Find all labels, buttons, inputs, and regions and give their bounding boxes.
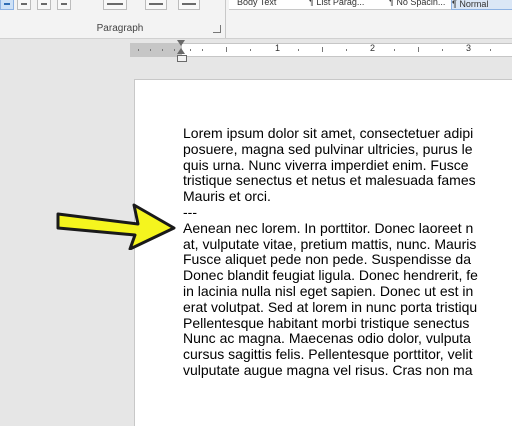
doc-line: Pellentesque habitant morbi tristique se… (183, 314, 470, 331)
arrow-shape (56, 203, 176, 250)
first-line-indent-marker[interactable] (177, 40, 185, 46)
ruler-tick (298, 49, 299, 51)
styles-gallery: Body Text ¶ List Parag... ¶ No Spacin...… (229, 0, 512, 10)
borders-icon (182, 3, 196, 5)
ruler-tick (490, 49, 491, 51)
justify-icon (61, 3, 67, 5)
ruler-tick (174, 49, 175, 51)
doc-line: cursus sagittis felis. Pellentesque port… (183, 346, 473, 363)
align-left-button[interactable] (0, 0, 14, 10)
shading-button[interactable] (145, 0, 167, 10)
ruler-tick (418, 47, 419, 52)
doc-line: at, vulputate vitae, pretium mattis, nun… (183, 235, 477, 252)
doc-line: Aenean nec lorem. In porttitor. Donec la… (183, 219, 474, 236)
yellow-arrow-icon (56, 203, 176, 250)
doc-line: erat volutpat. Sed at lorem in nunc port… (183, 298, 478, 315)
document-page[interactable]: Lorem ipsum dolor sit amet, consectetuer… (134, 79, 512, 426)
style-body-text[interactable]: Body Text (237, 0, 295, 9)
ruler-tick (138, 49, 139, 51)
ruler-tick (190, 49, 191, 51)
align-right-icon (41, 3, 47, 5)
doc-line: quis urna. Nunc viverra imperdiet enim. … (183, 156, 469, 173)
ruler-tick (442, 49, 443, 51)
dialog-launcher-icon[interactable] (213, 25, 221, 33)
align-center-icon (21, 3, 27, 5)
ruler-number-2: 2 (370, 43, 376, 53)
line-spacing-button[interactable] (103, 0, 127, 10)
document-body[interactable]: Lorem ipsum dolor sit amet, consectetuer… (183, 126, 512, 379)
ruler-number-1: 1 (275, 43, 281, 53)
style-list-paragraph[interactable]: ¶ List Parag... (309, 0, 379, 9)
horizontal-ruler[interactable]: 1 2 3 (130, 43, 512, 57)
align-left-icon (4, 3, 10, 5)
ribbon: Paragraph Body Text ¶ List Parag... ¶ No… (0, 0, 512, 39)
ruler-tick (226, 47, 227, 52)
ruler-tick (162, 49, 163, 51)
ruler-number-3: 3 (466, 43, 472, 53)
paragraph-group-label: Paragraph (96, 23, 144, 34)
ruler-tick (150, 49, 151, 51)
align-right-button[interactable] (37, 0, 51, 10)
style-no-spacing[interactable]: ¶ No Spacin... (389, 0, 455, 9)
dashes-line: --- (183, 203, 197, 220)
ruler-tick (322, 47, 323, 52)
ruler-tick (202, 49, 203, 51)
line-spacing-icon (107, 3, 123, 5)
horizontal-ruler-area: 1 2 3 (0, 39, 512, 61)
doc-line: vulputate augue magna vel risus. Cras no… (183, 361, 473, 378)
justify-button[interactable] (57, 0, 71, 10)
borders-button[interactable] (178, 0, 200, 10)
doc-line: Mauris et orci. (183, 188, 271, 205)
group-separator (225, 0, 226, 38)
hanging-indent-marker[interactable] (177, 48, 185, 54)
align-center-button[interactable] (17, 0, 31, 10)
doc-line: Fusce aliquet pede non pede. Suspendisse… (183, 251, 471, 268)
doc-line: Nunc ac magna. Maecenas odio dolor, vulp… (183, 330, 471, 347)
ruler-tick (346, 49, 347, 51)
left-indent-marker[interactable] (177, 55, 187, 62)
shading-icon (149, 3, 163, 5)
style-normal[interactable]: ¶ Normal (451, 0, 512, 10)
doc-line: tristique senectus et netus et malesuada… (183, 172, 476, 189)
doc-line: in lacinia nulla nisl eget sapien. Donec… (183, 282, 474, 299)
ruler-tick (394, 49, 395, 51)
doc-line: Lorem ipsum dolor sit amet, consectetuer… (183, 126, 474, 141)
doc-line: posuere, magna sed pulvinar ultricies, p… (183, 140, 473, 157)
doc-line: Donec blandit feugiat ligula. Donec hend… (183, 267, 478, 284)
ruler-tick (250, 49, 251, 51)
